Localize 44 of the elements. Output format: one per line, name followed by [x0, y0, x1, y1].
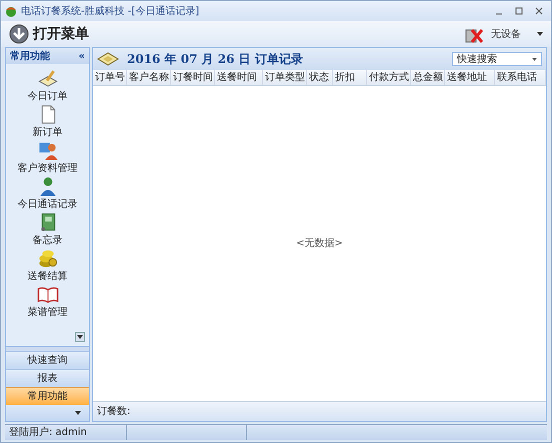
quick-search-dropdown[interactable]: 快速搜索 [452, 52, 542, 66]
coins-icon [36, 248, 58, 269]
column-header[interactable]: 送餐地址 [445, 70, 495, 85]
orders-title: 2016 年 07 月 26 日 订单记录 [127, 51, 303, 68]
close-icon[interactable] [535, 7, 543, 15]
column-header[interactable]: 客户名称 [127, 70, 171, 85]
sidebar-item[interactable]: 备忘录 [32, 212, 62, 248]
app-icon [5, 5, 17, 17]
sidebar-item[interactable]: 送餐结算 [28, 248, 68, 284]
sidebar-item[interactable]: 今日订单 [28, 68, 68, 104]
nav-group-button[interactable]: 报表 [6, 369, 89, 387]
empty-message: <无数据> [296, 237, 343, 251]
column-header[interactable]: 付款方式 [367, 70, 411, 85]
nav-group-button[interactable]: 常用功能 [6, 387, 89, 405]
caret-icon[interactable] [75, 411, 81, 415]
open-menu-button[interactable]: 打开菜单 [9, 24, 89, 44]
sidebar-title: 常用功能 [10, 50, 50, 64]
caret-icon [532, 58, 537, 60]
column-header[interactable]: 订单类型 [263, 70, 307, 85]
column-header[interactable]: 折扣 [333, 70, 367, 85]
maximize-icon[interactable] [515, 7, 523, 15]
caret-icon [77, 335, 83, 339]
logged-in-user: 登陆用户: admin [5, 425, 127, 440]
people-icon [36, 140, 58, 161]
sidebar-item[interactable]: 新订单 [32, 104, 62, 140]
download-circle-icon [9, 24, 29, 44]
column-header[interactable]: 送餐时间 [215, 70, 263, 85]
column-header[interactable]: 状态 [307, 70, 333, 85]
column-header[interactable]: 总金额 [411, 70, 445, 85]
column-header[interactable]: 联系电话 [495, 70, 546, 85]
dropdown-value: 快速搜索 [457, 52, 497, 66]
scroll-down-button[interactable] [75, 332, 85, 342]
sidebar-item[interactable]: 客户资料管理 [18, 140, 78, 176]
column-header[interactable]: 订单号 [93, 70, 127, 85]
sidebar-item[interactable]: 今日通话记录 [18, 176, 78, 212]
window-title: 电话订餐系统-胜威科技 -[今日通话记录] [21, 4, 200, 18]
order-count-label: 订餐数: [97, 404, 130, 419]
nav-group-button[interactable]: 快速查询 [6, 351, 89, 369]
caret-icon[interactable] [537, 32, 543, 36]
pencil-paper-icon [36, 68, 58, 89]
column-header[interactable]: 订餐时间 [171, 70, 215, 85]
collapse-button[interactable]: « [78, 48, 85, 64]
device-button[interactable]: 无设备 [463, 24, 521, 44]
sidebar-item[interactable]: 菜谱管理 [28, 284, 68, 320]
